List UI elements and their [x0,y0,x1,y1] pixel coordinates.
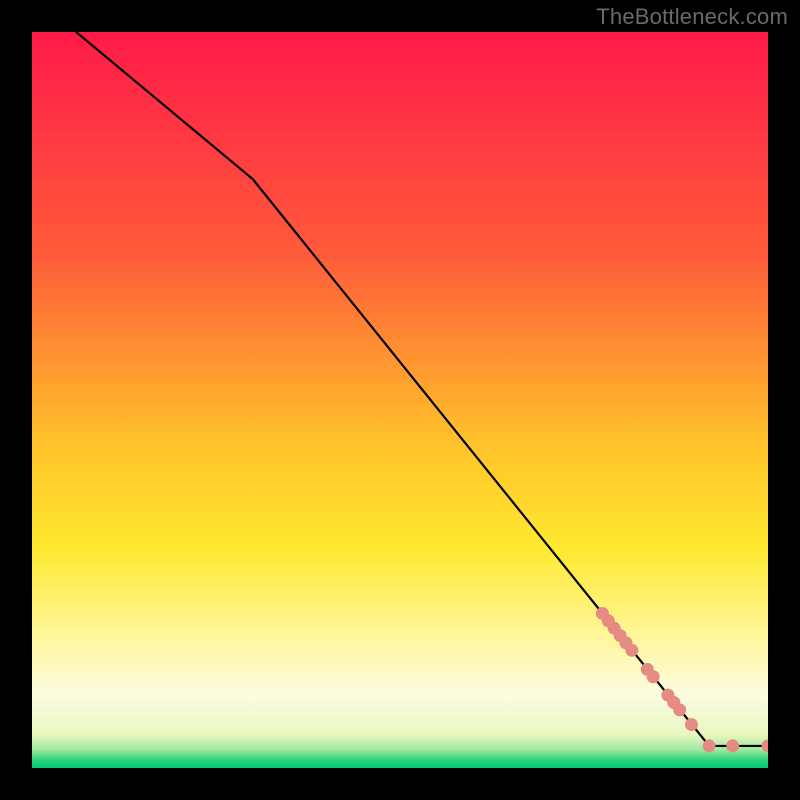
watermark-text: TheBottleneck.com [596,4,788,30]
data-marker [647,670,660,683]
gradient-background [32,32,768,768]
chart-svg [32,32,768,768]
data-marker [625,644,638,657]
data-marker [685,718,698,731]
plot-area [32,32,768,768]
data-marker [703,739,716,752]
data-marker [673,703,686,716]
data-marker [726,739,739,752]
chart-frame: TheBottleneck.com [0,0,800,800]
